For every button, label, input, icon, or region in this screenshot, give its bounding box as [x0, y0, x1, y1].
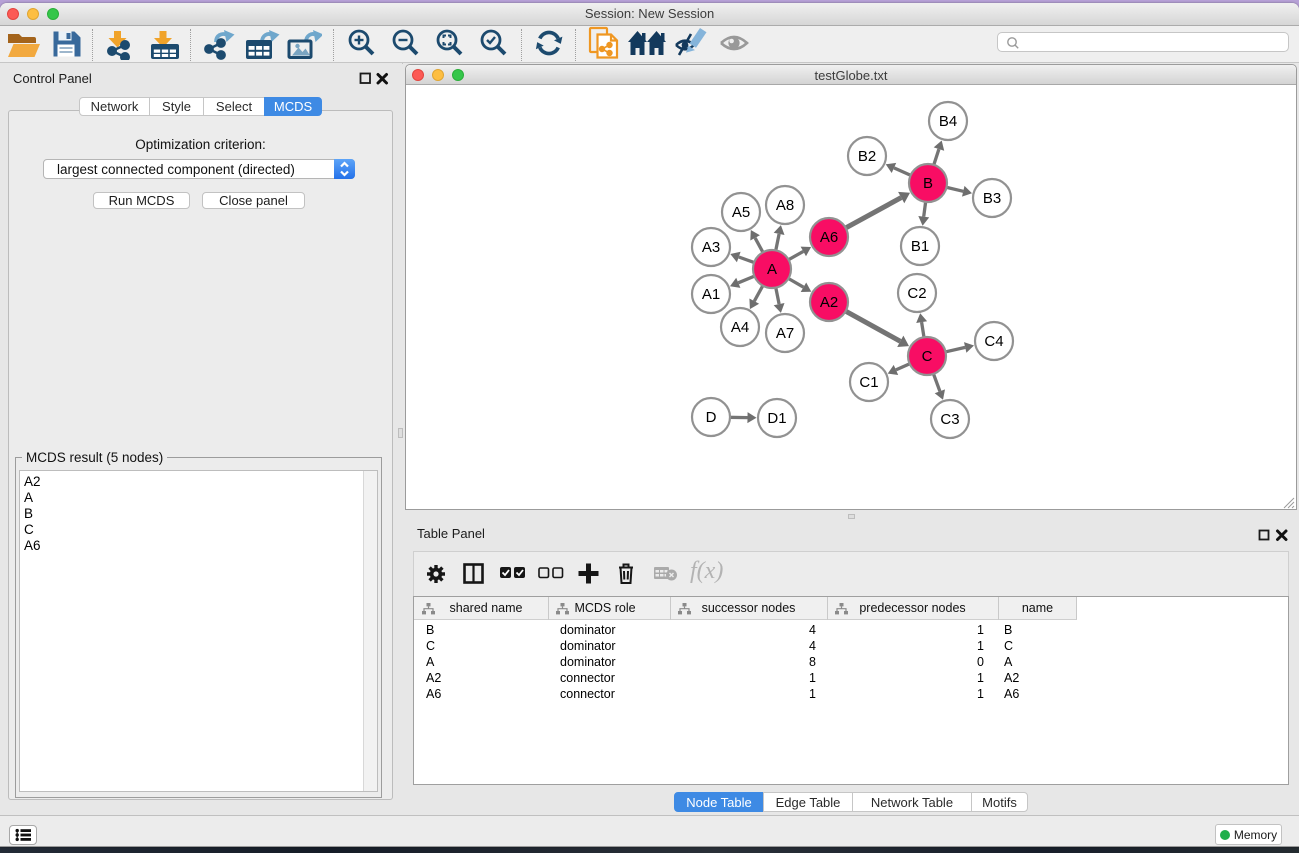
svg-text:C1: C1 [859, 374, 878, 391]
svg-text:A5: A5 [732, 204, 750, 221]
svg-text:A2: A2 [820, 294, 838, 311]
svg-text:D1: D1 [767, 410, 786, 427]
svg-text:C: C [922, 348, 933, 365]
svg-text:C4: C4 [984, 333, 1003, 350]
svg-text:B3: B3 [983, 190, 1001, 207]
svg-text:C2: C2 [907, 285, 926, 302]
svg-text:A1: A1 [702, 286, 720, 303]
svg-text:A6: A6 [820, 229, 838, 246]
svg-text:D: D [706, 409, 717, 426]
svg-text:B1: B1 [911, 238, 929, 255]
svg-text:B4: B4 [939, 113, 957, 130]
svg-text:A4: A4 [731, 319, 749, 336]
svg-text:A: A [767, 261, 777, 278]
svg-text:A8: A8 [776, 197, 794, 214]
svg-text:C3: C3 [940, 411, 959, 428]
svg-text:B2: B2 [858, 148, 876, 165]
svg-text:B: B [923, 175, 933, 192]
svg-text:A3: A3 [702, 239, 720, 256]
svg-text:A7: A7 [776, 325, 794, 342]
